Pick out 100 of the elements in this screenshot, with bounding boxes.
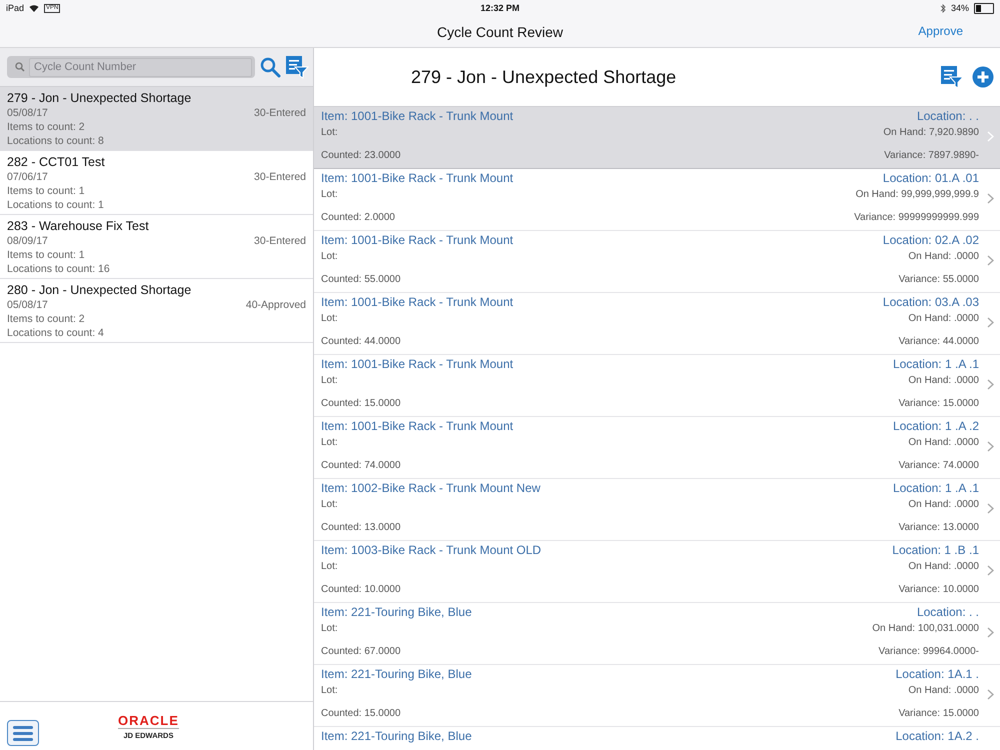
search-button[interactable] [259, 56, 281, 78]
lot-label: Lot: [321, 312, 338, 326]
location-label: Location: 1 .B .1 [892, 542, 979, 558]
variance-quantity: Variance: 99964.0000- [878, 645, 979, 659]
add-button[interactable] [972, 66, 994, 88]
item-name: Item: 1001-Bike Rack - Trunk Mount [321, 170, 514, 186]
lot-label: Lot: [321, 188, 338, 202]
chevron-icon [987, 503, 994, 514]
on-hand-quantity: On Hand: .0000 [908, 560, 979, 574]
variance-quantity: Variance: 7897.9890- [884, 149, 979, 163]
bluetooth-icon [940, 4, 946, 12]
count-status: 30-Entered [254, 170, 306, 184]
location-label: Location: 1A.1 . [896, 666, 979, 682]
variance-quantity: Variance: 13.0000 [898, 521, 979, 535]
item-name: Item: 1001-Bike Rack - Trunk Mount [321, 108, 514, 124]
location-label: Location: 1A.2 . [896, 728, 979, 744]
lot-label: Lot: [321, 126, 338, 140]
count-status: 30-Entered [254, 234, 306, 248]
chevron-icon [987, 193, 994, 204]
counted-quantity: Counted: 55.0000 [321, 273, 401, 287]
counted-quantity: Counted: 15.0000 [321, 397, 401, 411]
counted-quantity: Counted: 74.0000 [321, 459, 401, 473]
location-label: Location: . . [916, 108, 979, 124]
locations-to-count: Locations to count: 4 [7, 326, 105, 340]
locations-to-count: Locations to count: 16 [7, 262, 111, 276]
filter-button[interactable] [940, 65, 964, 89]
lot-label: Lot: [321, 684, 338, 698]
location-label: Location: 03.A .03 [882, 294, 979, 310]
chevron-icon [987, 131, 994, 142]
variance-quantity: Variance: 55.0000 [898, 273, 979, 287]
wifi-icon [29, 4, 40, 12]
count-date: 05/08/17 [7, 106, 48, 120]
item-name: Item: 1003-Bike Rack - Trunk Mount OLD [321, 542, 542, 558]
counted-quantity: Counted: 15.0000 [321, 707, 401, 721]
location-label: Location: 01.A .01 [882, 170, 979, 186]
items-to-count: Items to count: 1 [7, 248, 86, 262]
count-title: 282 - CCT01 Test [7, 155, 106, 170]
items-to-count: Items to count: 1 [7, 184, 86, 198]
on-hand-quantity: On Hand: .0000 [908, 312, 979, 326]
lot-label: Lot: [321, 436, 338, 450]
search-icon [259, 56, 281, 78]
on-hand-quantity: On Hand: 99,999,999,999.9 [856, 188, 979, 202]
count-date: 07/06/17 [7, 170, 48, 184]
chevron-icon [987, 627, 994, 638]
chevron-icon [987, 441, 994, 452]
lot-label: Lot: [321, 250, 338, 264]
filter-list-icon [940, 65, 964, 89]
item-name: Item: 221-Touring Bike, Blue [321, 728, 472, 744]
logo-brand: ORACLE [118, 712, 179, 728]
lot-label: Lot: [321, 560, 338, 574]
on-hand-quantity: On Hand: .0000 [908, 498, 979, 512]
filter-list-icon [285, 55, 309, 79]
items-to-count: Items to count: 2 [7, 120, 86, 134]
add-icon [972, 66, 994, 88]
location-label: Location: 1 .A .2 [892, 418, 979, 434]
lot-label: Lot: [321, 622, 338, 636]
filter-button[interactable] [285, 55, 309, 79]
item-name: Item: 221-Touring Bike, Blue [321, 604, 472, 620]
item-name: Item: 1001-Bike Rack - Trunk Mount [321, 356, 514, 372]
on-hand-quantity: On Hand: 7,920.9890 [883, 126, 979, 140]
on-hand-quantity: On Hand: .0000 [908, 684, 979, 698]
variance-quantity: Variance: 15.0000 [898, 397, 979, 411]
variance-quantity: Variance: 74.0000 [898, 459, 979, 473]
battery-icon [974, 2, 994, 14]
chevron-icon [987, 255, 994, 266]
locations-to-count: Locations to count: 1 [7, 198, 105, 212]
count-title: 280 - Jon - Unexpected Shortage [7, 283, 192, 298]
chevron-icon [987, 379, 994, 390]
items-to-count: Items to count: 2 [7, 312, 86, 326]
approve-button[interactable]: Approve [918, 24, 963, 38]
count-status: 30-Entered [254, 106, 306, 120]
on-hand-quantity: On Hand: 100,031.0000 [872, 622, 979, 636]
count-title: 279 - Jon - Unexpected Shortage [7, 91, 192, 106]
count-date: 05/08/17 [7, 298, 48, 312]
item-name: Item: 1001-Bike Rack - Trunk Mount [321, 294, 514, 310]
item-name: Item: 1002-Bike Rack - Trunk Mount New [321, 480, 540, 496]
count-status: 40-Approved [246, 298, 306, 312]
search-field[interactable]: Cycle Count Number [7, 56, 255, 78]
device-name: iPad [6, 3, 24, 13]
chevron-icon [987, 317, 994, 328]
menu-button[interactable] [7, 720, 39, 746]
counted-quantity: Counted: 23.0000 [321, 149, 401, 163]
count-row[interactable]: Item: 1001-Bike Rack - Trunk Mount Lot: Counted: 23.0000 Location: . . On Hand: 7,920.9890 Variance: 7897.9890- [314, 107, 1000, 169]
location-label: Location: 1 .A .1 [892, 356, 979, 372]
search-icon [15, 62, 25, 72]
variance-quantity: Variance: 15.0000 [898, 707, 979, 721]
battery-percent: 34% [950, 3, 969, 13]
count-date: 08/09/17 [7, 234, 48, 248]
on-hand-quantity: On Hand: .0000 [908, 374, 979, 388]
location-label: Location: 02.A .02 [882, 232, 979, 248]
item-name: Item: 1001-Bike Rack - Trunk Mount [321, 232, 514, 248]
cycle-count-item[interactable]: 279 - Jon - Unexpected Shortage 05/08/17 30-Entered Items to count: 2 Locations to count: 8 [0, 87, 313, 151]
counted-quantity: Counted: 2.0000 [321, 211, 395, 225]
count-title: 283 - Warehouse Fix Test [7, 219, 150, 234]
locations-to-count: Locations to count: 8 [7, 134, 105, 148]
chevron-icon [987, 689, 994, 700]
item-name: Item: 1001-Bike Rack - Trunk Mount [321, 418, 514, 434]
screen-title: Cycle Count Review [436, 24, 564, 40]
counted-quantity: Counted: 67.0000 [321, 645, 401, 659]
location-label: Location: . . [916, 604, 979, 620]
